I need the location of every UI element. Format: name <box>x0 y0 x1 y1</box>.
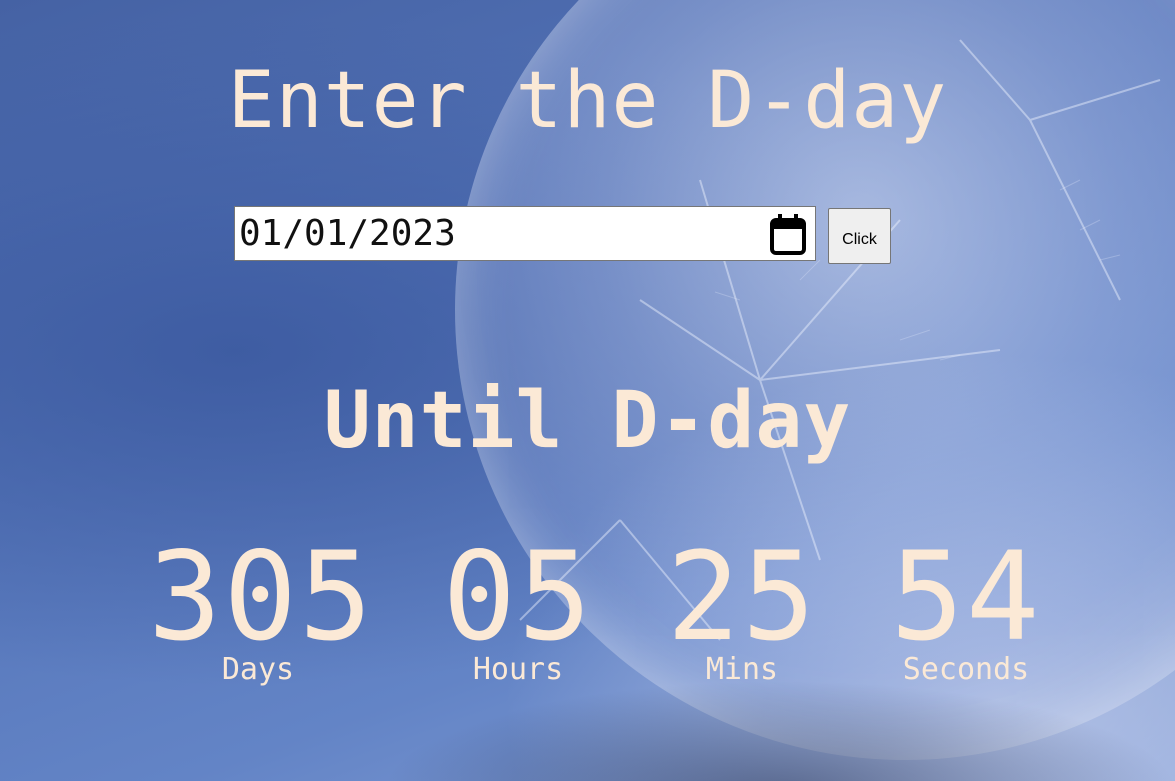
countdown-seconds: 54 Seconds <box>886 536 1046 688</box>
days-value: 305 <box>148 526 375 668</box>
date-input-value: 01/01/2023 <box>239 213 456 254</box>
submit-button[interactable]: Click <box>828 208 891 264</box>
date-form: 01/01/2023 Click <box>234 206 891 264</box>
countdown-title: Until D-day <box>323 376 852 466</box>
mins-value: 25 <box>666 526 818 668</box>
countdown-mins: 25 Mins <box>662 536 822 688</box>
seconds-value: 54 <box>890 526 1042 668</box>
page-title: Enter the D-day <box>227 56 948 146</box>
calendar-icon[interactable] <box>769 212 807 256</box>
countdown-days: 305 Days <box>148 526 375 688</box>
date-input[interactable]: 01/01/2023 <box>234 206 816 261</box>
seconds-label: Seconds <box>902 652 1030 687</box>
countdown-hours: 05 Hours <box>438 536 598 688</box>
hours-value: 05 <box>442 526 594 668</box>
